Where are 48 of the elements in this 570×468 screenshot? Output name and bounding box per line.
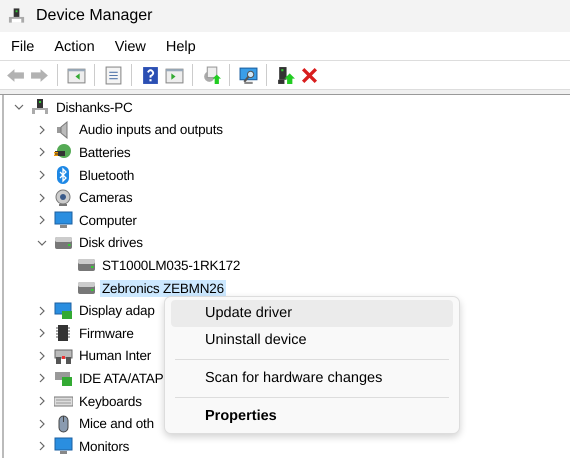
chevron-right-icon[interactable]: [37, 328, 47, 338]
tree-item[interactable]: Batteries: [77, 144, 132, 161]
chevron-right-icon[interactable]: [37, 373, 47, 384]
tree-item[interactable]: Display adap: [77, 302, 157, 320]
tree-item[interactable]: Human Inter: [77, 347, 154, 364]
chevron-right-icon[interactable]: [37, 170, 47, 180]
tree-item[interactable]: Firmware: [77, 324, 136, 342]
tree-item[interactable]: Dishanks-PC: [54, 98, 135, 116]
menu-item[interactable]: File: [4, 37, 42, 57]
chevron-right-icon[interactable]: [37, 418, 47, 429]
tree-item[interactable]: Computer: [77, 212, 139, 229]
menu-item[interactable]: View: [108, 37, 153, 57]
menu-item[interactable]: Action: [47, 37, 102, 57]
controller-card-icon: [54, 369, 73, 388]
chevron-right-icon[interactable]: [37, 124, 47, 135]
menu-item[interactable]: Uninstall device: [171, 327, 453, 354]
tree-item[interactable]: Monitors: [77, 438, 132, 455]
chevron-right-icon[interactable]: [37, 350, 47, 361]
chip-icon: [54, 324, 73, 342]
gamepad-icon: [54, 346, 73, 365]
tree-item[interactable]: Bluetooth: [77, 166, 136, 184]
menu-item[interactable]: Properties: [171, 403, 453, 430]
tree-item[interactable]: Zebronics ZEBMN26: [100, 280, 226, 297]
tree-item[interactable]: Cameras: [77, 189, 134, 206]
chevron-right-icon[interactable]: [37, 192, 47, 203]
tree-item[interactable]: Disk drives: [77, 234, 145, 252]
tree-item[interactable]: Audio inputs and outputs: [77, 121, 225, 138]
tree-item[interactable]: ST1000LM035-1RK172: [100, 256, 242, 274]
window-title: Device Manager: [36, 7, 152, 25]
tree-item[interactable]: Mice and oth: [77, 415, 156, 432]
monitor-icon: [54, 437, 73, 456]
chevron-down-icon[interactable]: [14, 102, 24, 112]
monitor-icon: [54, 211, 73, 230]
menu-item[interactable]: Update driver: [171, 300, 453, 327]
menu-item[interactable]: Help: [158, 37, 203, 57]
menu-item[interactable]: Scan for hardware changes: [171, 365, 453, 392]
chevron-right-icon[interactable]: [37, 306, 47, 316]
app-icon: [8, 7, 26, 25]
tree-item[interactable]: Keyboards: [77, 392, 144, 410]
webcam-icon: [54, 188, 73, 207]
chevron-right-icon[interactable]: [37, 147, 47, 158]
tree-item[interactable]: IDE ATA/ATAP: [77, 370, 166, 387]
computer-icon: [31, 98, 50, 116]
chevron-right-icon[interactable]: [37, 215, 47, 226]
display-card-icon: [54, 302, 73, 320]
chevron-down-icon[interactable]: [37, 238, 47, 248]
chevron-right-icon[interactable]: [37, 441, 47, 452]
chevron-right-icon[interactable]: [37, 396, 47, 406]
